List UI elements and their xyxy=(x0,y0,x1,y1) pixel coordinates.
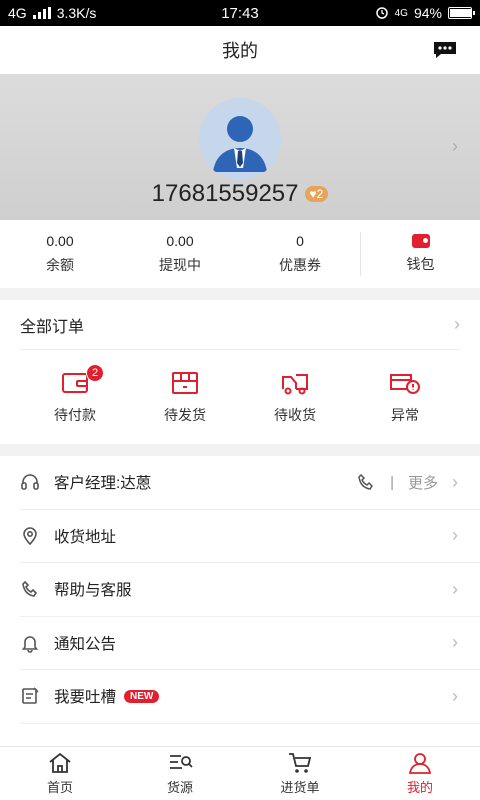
orders-title: 全部订单 xyxy=(20,318,85,336)
asset-balance[interactable]: 0.00 余额 xyxy=(0,220,120,288)
home-icon xyxy=(49,752,71,773)
status-bar: 4G 3.3K/s 17:43 4G 94% xyxy=(0,0,480,26)
headset-icon xyxy=(21,474,39,491)
menu-label: 我要吐槽 xyxy=(54,689,117,707)
asset-value: 0.00 xyxy=(46,233,74,249)
cart-icon xyxy=(289,753,312,773)
asset-label: 提现中 xyxy=(159,257,201,273)
chevron-right-icon: › xyxy=(454,314,460,334)
asset-coupons[interactable]: 0 优惠券 xyxy=(240,220,360,288)
vip-badge: ♥ 2 xyxy=(304,186,329,202)
menu-item-help[interactable]: 帮助与客服 › xyxy=(20,563,480,617)
wallet-button[interactable]: 钱包 xyxy=(360,232,480,276)
asset-label: 余额 xyxy=(46,257,74,273)
wallet-label: 钱包 xyxy=(406,256,435,272)
menu-label: 收货地址 xyxy=(54,528,117,546)
menu-label: 通知公告 xyxy=(54,635,117,653)
header: 我的 xyxy=(0,26,480,74)
order-pending-shipment[interactable]: 待发货 xyxy=(130,350,240,444)
location-icon xyxy=(23,526,37,545)
tab-label: 首页 xyxy=(46,780,73,795)
asset-value: 0 xyxy=(296,233,304,249)
assets-row: 0.00 余额 0.00 提现中 0 优惠券 钱包 xyxy=(0,220,480,288)
all-orders-row[interactable]: 全部订单 › xyxy=(20,300,460,350)
vip-level: 2 xyxy=(316,187,324,201)
phone-icon xyxy=(22,581,38,598)
order-badge-count: 2 xyxy=(86,364,104,382)
more-link[interactable]: 更多 xyxy=(408,472,438,493)
tab-mine[interactable]: 我的 xyxy=(360,747,480,800)
tab-supply[interactable]: 货源 xyxy=(120,747,240,800)
menu-item-account-manager[interactable]: 客户经理:达蒽 | 更多 › xyxy=(20,456,480,510)
menu-label: 帮助与客服 xyxy=(54,582,132,600)
network-speed: 3.3K/s xyxy=(56,5,97,21)
chevron-right-icon: › xyxy=(452,685,458,706)
page-title: 我的 xyxy=(222,41,258,61)
order-label: 待收货 xyxy=(274,407,316,423)
order-pending-payment[interactable]: 2 待付款 xyxy=(20,350,130,444)
battery-icon xyxy=(448,7,475,19)
edit-icon xyxy=(22,687,39,705)
tab-label: 我的 xyxy=(406,780,433,795)
menu-item-notices[interactable]: 通知公告 › xyxy=(20,617,480,670)
tab-bar: 首页 货源 进货单 我的 xyxy=(0,746,480,800)
orders-section: 全部订单 › 2 待付款 待发货 待收货 异常 xyxy=(0,300,480,444)
tab-home[interactable]: 首页 xyxy=(0,747,120,800)
order-label: 待发货 xyxy=(164,407,206,423)
chevron-right-icon: › xyxy=(452,578,458,599)
menu-separator: | xyxy=(390,473,394,491)
user-icon xyxy=(408,753,432,774)
bell-icon xyxy=(21,636,39,653)
user-phone: 17681559257 xyxy=(151,180,299,207)
battery-percent: 94% xyxy=(413,5,442,21)
order-exception[interactable]: 异常 xyxy=(350,350,460,444)
warning-truck-icon xyxy=(390,374,420,394)
alarm-icon xyxy=(375,5,389,22)
tab-cart[interactable]: 进货单 xyxy=(240,747,360,800)
chevron-right-icon: › xyxy=(452,471,458,492)
asset-label: 优惠券 xyxy=(279,257,321,273)
truck-icon xyxy=(282,374,308,395)
network-label: 4G xyxy=(8,5,27,21)
avatar[interactable] xyxy=(199,98,281,180)
menu-list: 客户经理:达蒽 | 更多 › 收货地址 › 帮助与客服 › 通知公告 › 我要吐… xyxy=(0,456,480,746)
wallet-icon xyxy=(411,234,430,248)
order-label: 待付款 xyxy=(54,407,96,423)
menu-label: 客户经理:达蒽 xyxy=(54,475,152,493)
message-icon xyxy=(434,42,456,58)
menu-item-feedback[interactable]: 我要吐槽 NEW › xyxy=(20,670,480,724)
order-label: 异常 xyxy=(391,407,419,423)
phone-icon[interactable] xyxy=(356,472,376,492)
package-icon xyxy=(172,372,198,394)
asset-withdrawing[interactable]: 0.00 提现中 xyxy=(120,220,240,288)
chevron-right-icon: › xyxy=(452,525,458,546)
new-badge: NEW xyxy=(124,689,160,703)
signal-icon xyxy=(32,7,51,19)
avatar-icon xyxy=(199,98,281,180)
message-button[interactable] xyxy=(432,40,458,60)
search-list-icon xyxy=(170,755,193,769)
tab-label: 进货单 xyxy=(280,780,320,795)
asset-value: 0.00 xyxy=(166,233,194,249)
network-label-right: 4G xyxy=(394,7,408,19)
order-pending-receipt[interactable]: 待收货 xyxy=(240,350,350,444)
profile-card[interactable]: 17681559257 ♥ 2 › xyxy=(0,74,480,220)
tab-label: 货源 xyxy=(166,780,193,795)
chevron-right-icon: › xyxy=(452,632,458,653)
menu-item-address[interactable]: 收货地址 › xyxy=(20,510,480,563)
chevron-right-icon: › xyxy=(452,136,458,156)
